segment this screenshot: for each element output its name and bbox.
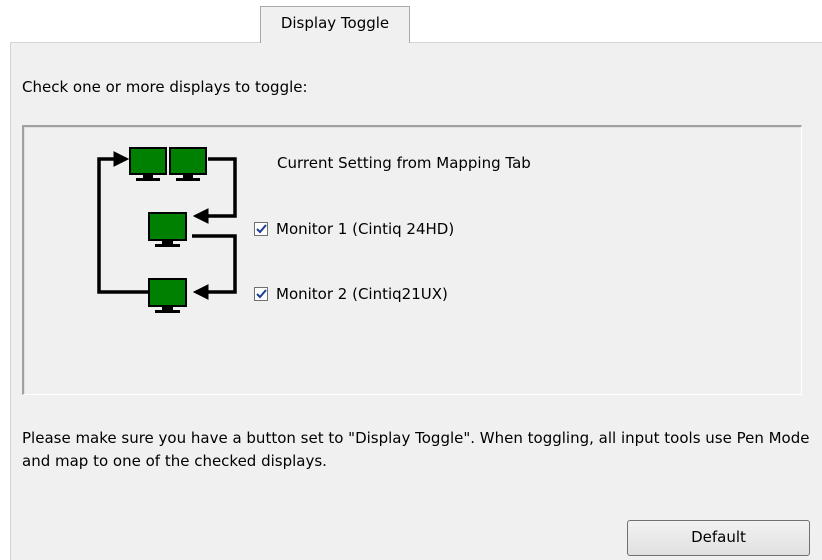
monitor-1-checkbox[interactable] bbox=[254, 222, 268, 236]
monitor-1-option[interactable]: Monitor 1 (Cintiq 24HD) bbox=[254, 220, 454, 238]
monitor-2-option[interactable]: Monitor 2 (Cintiq21UX) bbox=[254, 285, 448, 303]
monitor-icon-1 bbox=[148, 212, 187, 247]
instruction-text: Check one or more displays to toggle: bbox=[22, 78, 308, 96]
default-button[interactable]: Default bbox=[627, 520, 810, 556]
checkmark-icon bbox=[255, 224, 267, 234]
tab-display-toggle[interactable]: Display Toggle bbox=[260, 6, 410, 43]
monitor-icon-2 bbox=[148, 278, 187, 313]
current-setting-label: Current Setting from Mapping Tab bbox=[277, 154, 531, 172]
monitor-2-label: Monitor 2 (Cintiq21UX) bbox=[276, 285, 448, 303]
display-toggle-diagram-icon bbox=[97, 147, 237, 313]
monitor-2-checkbox[interactable] bbox=[254, 287, 268, 301]
monitor-1-label: Monitor 1 (Cintiq 24HD) bbox=[276, 220, 455, 238]
help-note: Please make sure you have a button set t… bbox=[22, 429, 810, 470]
monitor-icon-top-left bbox=[129, 147, 167, 181]
monitor-icon-top-right bbox=[169, 147, 207, 181]
checkmark-icon bbox=[255, 289, 267, 299]
